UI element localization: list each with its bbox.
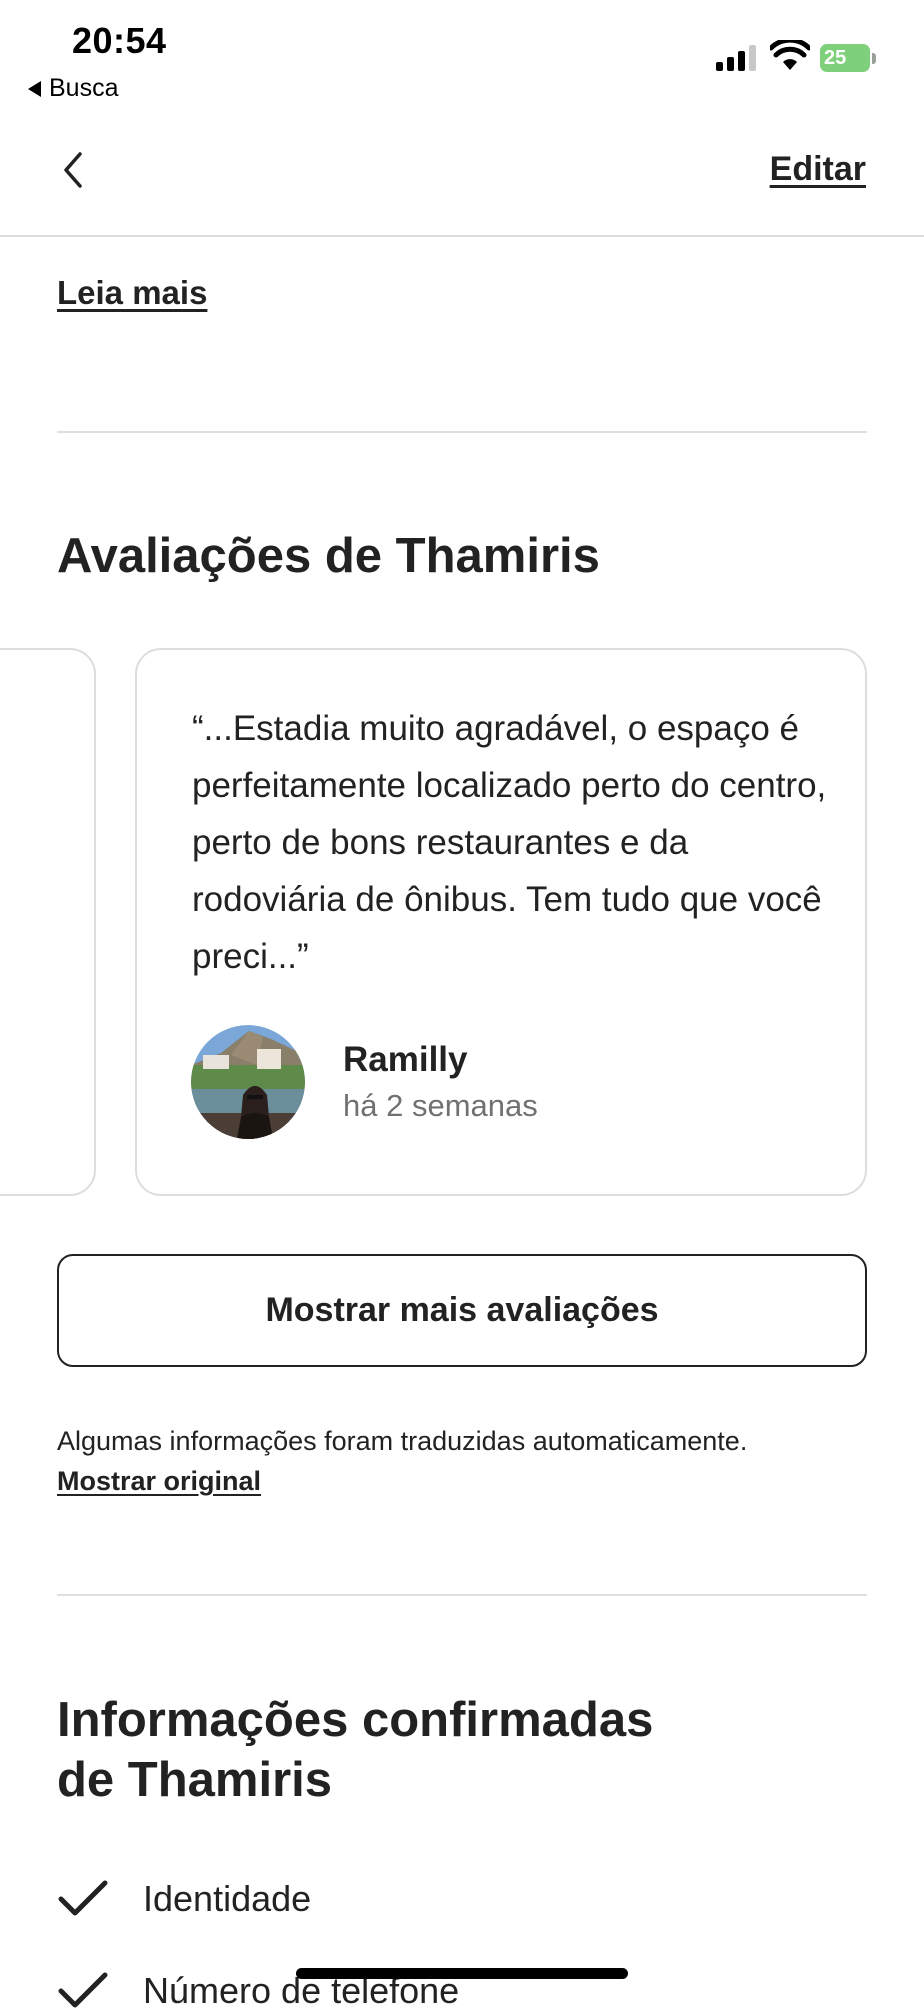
reviews-heading: Avaliações de Thamiris bbox=[57, 529, 600, 583]
review-date: há 2 semanas bbox=[343, 1088, 538, 1123]
cellular-signal-icon bbox=[716, 45, 756, 71]
back-triangle-icon bbox=[28, 80, 41, 97]
nav-divider bbox=[0, 235, 924, 237]
edit-button[interactable]: Editar bbox=[770, 150, 866, 189]
section-divider bbox=[57, 431, 867, 433]
review-card-previous[interactable] bbox=[0, 648, 96, 1196]
back-to-app-link[interactable]: Busca bbox=[28, 74, 118, 103]
confirmed-heading-line2: de Thamiris bbox=[57, 1753, 333, 1807]
translation-note: Algumas informações foram traduzidas aut… bbox=[57, 1426, 748, 1456]
section-divider bbox=[57, 1594, 867, 1596]
back-arrow-icon[interactable] bbox=[56, 148, 92, 192]
battery-level: 25 bbox=[824, 47, 847, 69]
confirmed-item-label: Identidade bbox=[143, 1878, 312, 1919]
battery-icon: 25 bbox=[820, 44, 876, 74]
read-more-link[interactable]: Leia mais bbox=[57, 274, 207, 312]
confirmed-item: Identidade bbox=[57, 1878, 311, 1920]
reviewer-avatar bbox=[191, 1025, 305, 1139]
show-original-link[interactable]: Mostrar original bbox=[57, 1466, 261, 1497]
checkmark-icon bbox=[58, 1972, 108, 2008]
checkmark-icon bbox=[58, 1880, 108, 1916]
reviewer-name: Ramilly bbox=[343, 1040, 468, 1079]
review-text: “...Estadia muito agradável, o espaço é … bbox=[192, 709, 827, 976]
back-app-label: Busca bbox=[49, 74, 119, 102]
status-time: 20:54 bbox=[72, 20, 167, 61]
wifi-icon bbox=[770, 40, 810, 70]
confirmed-heading-line1: Informações confirmadas bbox=[57, 1693, 654, 1747]
show-more-reviews-button[interactable]: Mostrar mais avaliações bbox=[57, 1254, 867, 1367]
home-indicator bbox=[296, 1968, 628, 1979]
